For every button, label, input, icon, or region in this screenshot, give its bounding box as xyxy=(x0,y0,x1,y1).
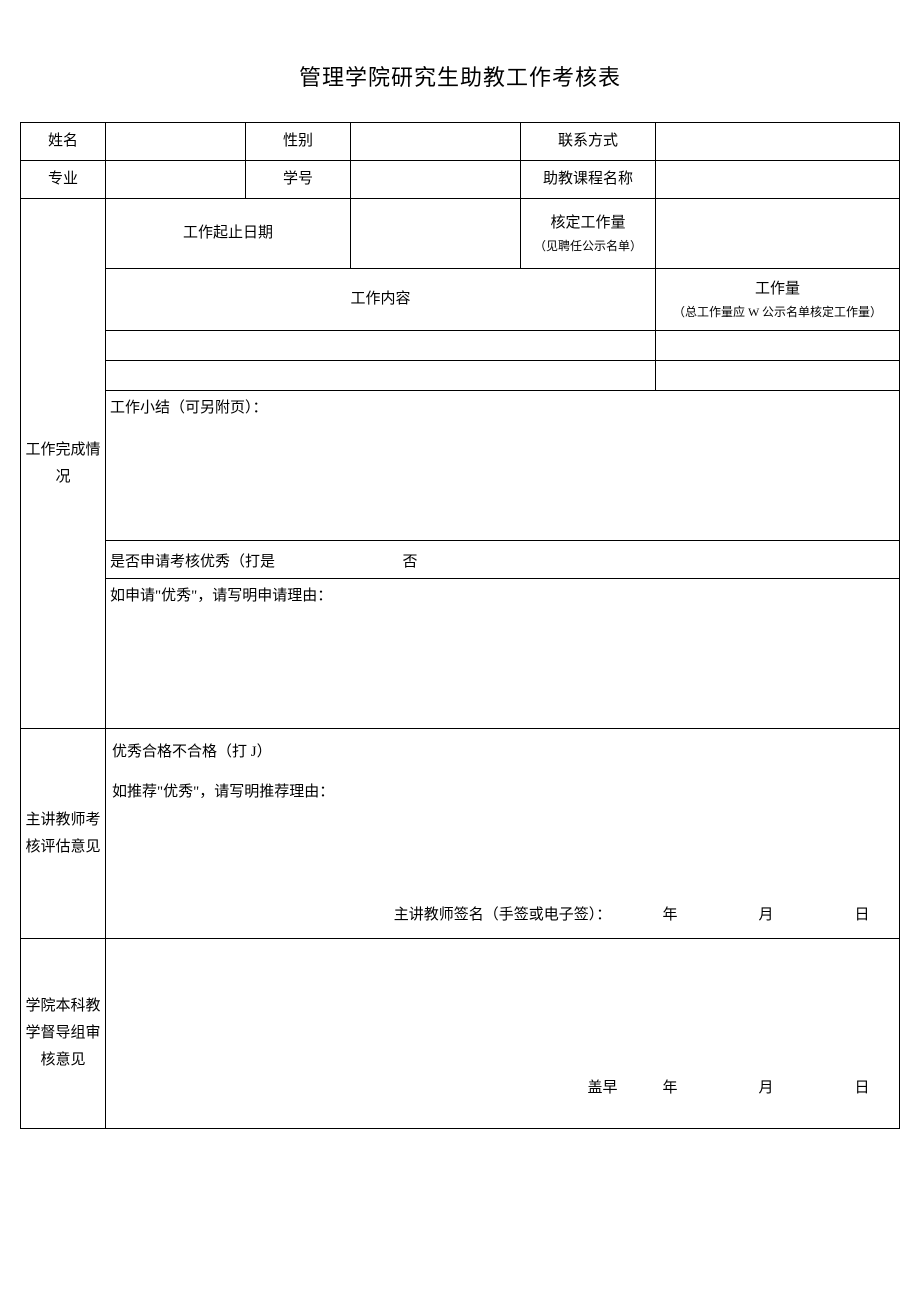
label-total-workload: 工作量 （总工作量应 W 公示名单核定工作量） xyxy=(656,269,900,331)
input-workload-2[interactable] xyxy=(656,361,900,391)
input-work-content-2[interactable] xyxy=(106,361,656,391)
label-major: 专业 xyxy=(21,161,106,199)
label-work-period: 工作起止日期 xyxy=(106,199,351,269)
label-course: 助教课程名称 xyxy=(521,161,656,199)
input-work-content-1[interactable] xyxy=(106,331,656,361)
teacher-date: 年月日 xyxy=(599,904,887,927)
input-workload-1[interactable] xyxy=(656,331,900,361)
input-work-summary[interactable]: 工作小结（可另附页）： xyxy=(106,391,900,541)
input-name[interactable] xyxy=(106,123,246,161)
input-contact[interactable] xyxy=(656,123,900,161)
label-gender: 性别 xyxy=(246,123,351,161)
label-teacher-eval: 主讲教师考核评估意见 xyxy=(21,729,106,939)
label-work-completion: 工作完成情况 xyxy=(21,199,106,729)
input-apply-reason[interactable]: 如申请"优秀"，请写明申请理由： xyxy=(106,579,900,729)
label-name: 姓名 xyxy=(21,123,106,161)
input-teacher-eval[interactable]: 优秀合格不合格（打 J） 如推荐"优秀"，请写明推荐理由： 主讲教师签名（手签或… xyxy=(106,729,900,939)
label-contact: 联系方式 xyxy=(521,123,656,161)
input-workload[interactable] xyxy=(656,199,900,269)
label-workload: 核定工作量 （见聘任公示名单） xyxy=(521,199,656,269)
input-major[interactable] xyxy=(106,161,246,199)
input-gender[interactable] xyxy=(351,123,521,161)
input-sid[interactable] xyxy=(351,161,521,199)
input-apply-excellent[interactable]: 是否申请考核优秀（打是 否 xyxy=(106,541,900,579)
label-committee: 学院本科教学督导组审核意见 xyxy=(21,939,106,1129)
assessment-table: 姓名 性别 联系方式 专业 学号 助教课程名称 工作完成情况 工作起止日期 核定… xyxy=(20,122,900,1129)
input-committee[interactable]: 盖早 年月日 xyxy=(106,939,900,1129)
input-work-period[interactable] xyxy=(351,199,521,269)
committee-date: 年月日 xyxy=(599,1077,887,1100)
input-course[interactable] xyxy=(656,161,900,199)
label-work-content: 工作内容 xyxy=(106,269,656,331)
page-title: 管理学院研究生助教工作考核表 xyxy=(20,60,900,92)
label-sid: 学号 xyxy=(246,161,351,199)
